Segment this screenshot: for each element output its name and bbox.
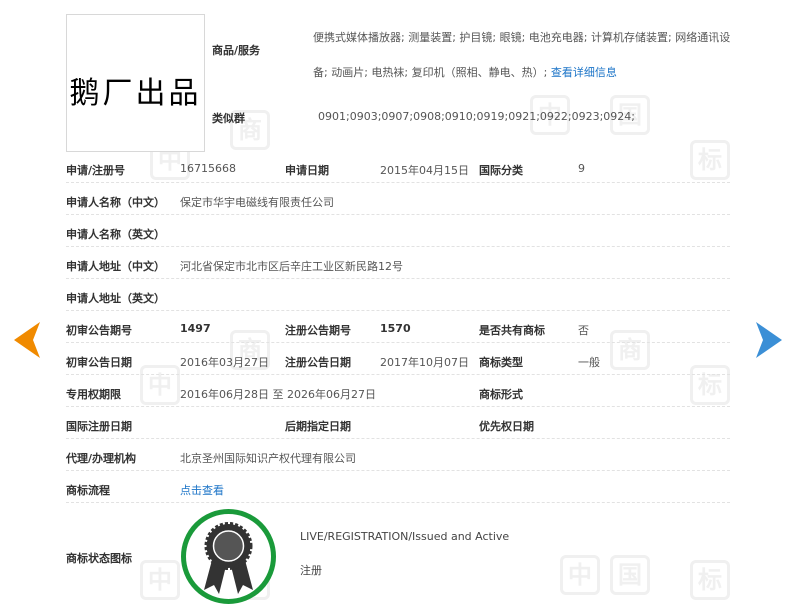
- exclusive-label: 专用权期限: [66, 388, 121, 401]
- address-cn-label: 申请人地址（中文）: [66, 260, 165, 273]
- prelim-no-label: 初审公告期号: [66, 324, 132, 337]
- status-label: 商标状态图标: [66, 552, 132, 565]
- watermark: 标: [690, 140, 730, 180]
- goods-text: 便携式媒体播放器; 测量装置; 护目镜; 眼镜; 电池充电器; 计算机存储装置;…: [313, 31, 731, 79]
- agent-value: 北京圣州国际知识产权代理有限公司: [180, 452, 356, 465]
- exclusive-value: 2016年06月28日 至 2026年06月27日: [180, 388, 376, 401]
- address-en-label: 申请人地址（英文）: [66, 292, 165, 305]
- reg-no-label: 申请/注册号: [66, 164, 126, 177]
- apply-date-value: 2015年04月15日: [380, 164, 469, 177]
- watermark: 中: [140, 560, 180, 600]
- flow-link[interactable]: 点击查看: [180, 482, 224, 498]
- watermark: 国: [610, 555, 650, 595]
- row-divider: [66, 502, 730, 503]
- address-cn-value: 河北省保定市北市区后辛庄工业区新民路12号: [180, 260, 403, 273]
- type-value: 一般: [578, 356, 600, 369]
- watermark: 商: [610, 330, 650, 370]
- reg-pub-no-value: 1570: [380, 322, 411, 335]
- trademark-image-text: 鹅厂出品: [69, 76, 202, 111]
- trademark-image: 鹅厂出品: [66, 14, 205, 152]
- prev-arrow-icon[interactable]: [14, 322, 40, 358]
- similar-group-label: 类似群: [212, 112, 245, 125]
- watermark: 中: [560, 555, 600, 595]
- prelim-date-label: 初审公告日期: [66, 356, 132, 369]
- reg-no-value: 16715668: [180, 162, 236, 175]
- watermark: 标: [690, 365, 730, 405]
- intl-class-value: 9: [578, 162, 585, 175]
- reg-pub-date-value: 2017年10月07日: [380, 356, 469, 369]
- applicant-cn-value: 保定市华宇电磁线有限责任公司: [180, 196, 334, 209]
- row-divider: [66, 310, 730, 311]
- agent-label: 代理/办理机构: [66, 452, 137, 465]
- row-divider: [66, 182, 730, 183]
- next-arrow-icon[interactable]: [756, 322, 782, 358]
- goods-label: 商品/服务: [212, 44, 261, 57]
- row-divider: [66, 342, 730, 343]
- apply-date-label: 申请日期: [285, 164, 329, 177]
- row-divider: [66, 214, 730, 215]
- shared-value: 否: [578, 324, 589, 337]
- row-divider: [66, 374, 730, 375]
- prelim-no-value: 1497: [180, 322, 211, 335]
- row-divider: [66, 470, 730, 471]
- applicant-cn-label: 申请人名称（中文）: [66, 196, 165, 209]
- similar-group-value: 0901;0903;0907;0908;0910;0919;0921;0922;…: [318, 110, 636, 123]
- row-divider: [66, 278, 730, 279]
- row-divider: [66, 406, 730, 407]
- intl-reg-label: 国际注册日期: [66, 420, 132, 433]
- intl-class-label: 国际分类: [479, 164, 523, 177]
- watermark: 中: [140, 365, 180, 405]
- prelim-date-value: 2016年03月27日: [180, 356, 269, 369]
- flow-label: 商标流程: [66, 484, 110, 497]
- row-divider: [66, 438, 730, 439]
- later-date-label: 后期指定日期: [285, 420, 351, 433]
- form-label: 商标形式: [479, 388, 523, 401]
- watermark: 标: [690, 560, 730, 600]
- status-en: LIVE/REGISTRATION/Issued and Active: [300, 530, 510, 543]
- status-cn: 注册: [300, 564, 322, 577]
- goods-detail-link[interactable]: 查看详细信息: [551, 66, 617, 79]
- reg-pub-no-label: 注册公告期号: [285, 324, 351, 337]
- applicant-en-label: 申请人名称（英文）: [66, 228, 165, 241]
- status-badge-icon: [181, 509, 276, 604]
- reg-pub-date-label: 注册公告日期: [285, 356, 351, 369]
- priority-label: 优先权日期: [479, 420, 534, 433]
- type-label: 商标类型: [479, 356, 523, 369]
- row-divider: [66, 246, 730, 247]
- goods-list: 便携式媒体播放器; 测量装置; 护目镜; 眼镜; 电池充电器; 计算机存储装置;…: [313, 20, 738, 90]
- shared-label: 是否共有商标: [479, 324, 545, 337]
